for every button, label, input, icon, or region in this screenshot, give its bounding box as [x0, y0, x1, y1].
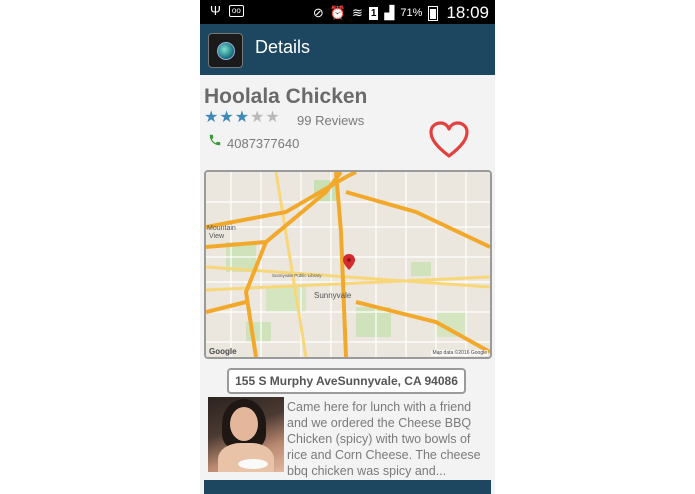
sim-icon: 1 [368, 6, 379, 20]
plate-shape [238, 459, 268, 469]
review-snippet[interactable]: Came here for lunch with a friend and we… [287, 399, 487, 479]
action-bar: Details [200, 24, 495, 75]
phone-screen: Ψ oo ⊘ ⏰ ≋ 1 ▟ 71% 18:09 Details Hoolala… [200, 0, 495, 494]
page-title: Details [255, 37, 311, 57]
map-label-mountain: Mountain [207, 225, 236, 232]
favorite-heart-icon[interactable] [428, 120, 470, 160]
face-shape [230, 407, 258, 441]
camera-lens-icon [217, 42, 235, 60]
business-name: Hoolala Chicken [204, 85, 368, 108]
star-empty-icon: ★ [250, 109, 265, 126]
app-icon[interactable] [208, 33, 243, 68]
battery-percent: 71% [400, 7, 423, 19]
map-attribution: Map data ©2016 Google [431, 350, 488, 356]
status-bar: Ψ oo ⊘ ⏰ ≋ 1 ▟ 71% 18:09 [200, 0, 495, 24]
review-count[interactable]: 99 Reviews [297, 113, 364, 128]
clock: 18:09 [446, 3, 489, 22]
voicemail-icon: oo [228, 4, 244, 17]
alarm-icon: ⏰ [329, 5, 346, 20]
star-filled-icon: ★ [219, 109, 234, 126]
map-label-view: View [209, 233, 225, 240]
map-label-library: Sunnyvale Public Library [272, 273, 322, 278]
battery-icon [428, 5, 439, 21]
address-text: 155 S Murphy AveSunnyvale, CA 94086 [235, 374, 458, 388]
phone-icon[interactable] [208, 133, 222, 147]
star-filled-icon: ★ [204, 109, 219, 126]
address-box[interactable]: 155 S Murphy AveSunnyvale, CA 94086 [227, 368, 466, 394]
phone-number[interactable]: 4087377640 [227, 136, 299, 151]
signal-icon: ▟ [384, 5, 395, 20]
star-filled-icon: ★ [234, 109, 250, 126]
map-graphic: Mountain View Sunnyvale Sunnyvale Public… [206, 172, 490, 357]
wifi-icon: ≋ [351, 5, 363, 20]
location-map[interactable]: Mountain View Sunnyvale Sunnyvale Public… [204, 170, 492, 359]
google-logo: Google [209, 347, 237, 356]
star-empty-icon: ★ [265, 109, 280, 126]
reviewer-photo [208, 397, 284, 472]
rating-stars: ★ ★ ★ ★ ★ [204, 109, 280, 127]
mute-icon: ⊘ [312, 5, 324, 20]
map-label-sunnyvale: Sunnyvale [314, 291, 352, 300]
bottom-bar [204, 480, 491, 494]
usb-icon: Ψ [210, 3, 221, 18]
